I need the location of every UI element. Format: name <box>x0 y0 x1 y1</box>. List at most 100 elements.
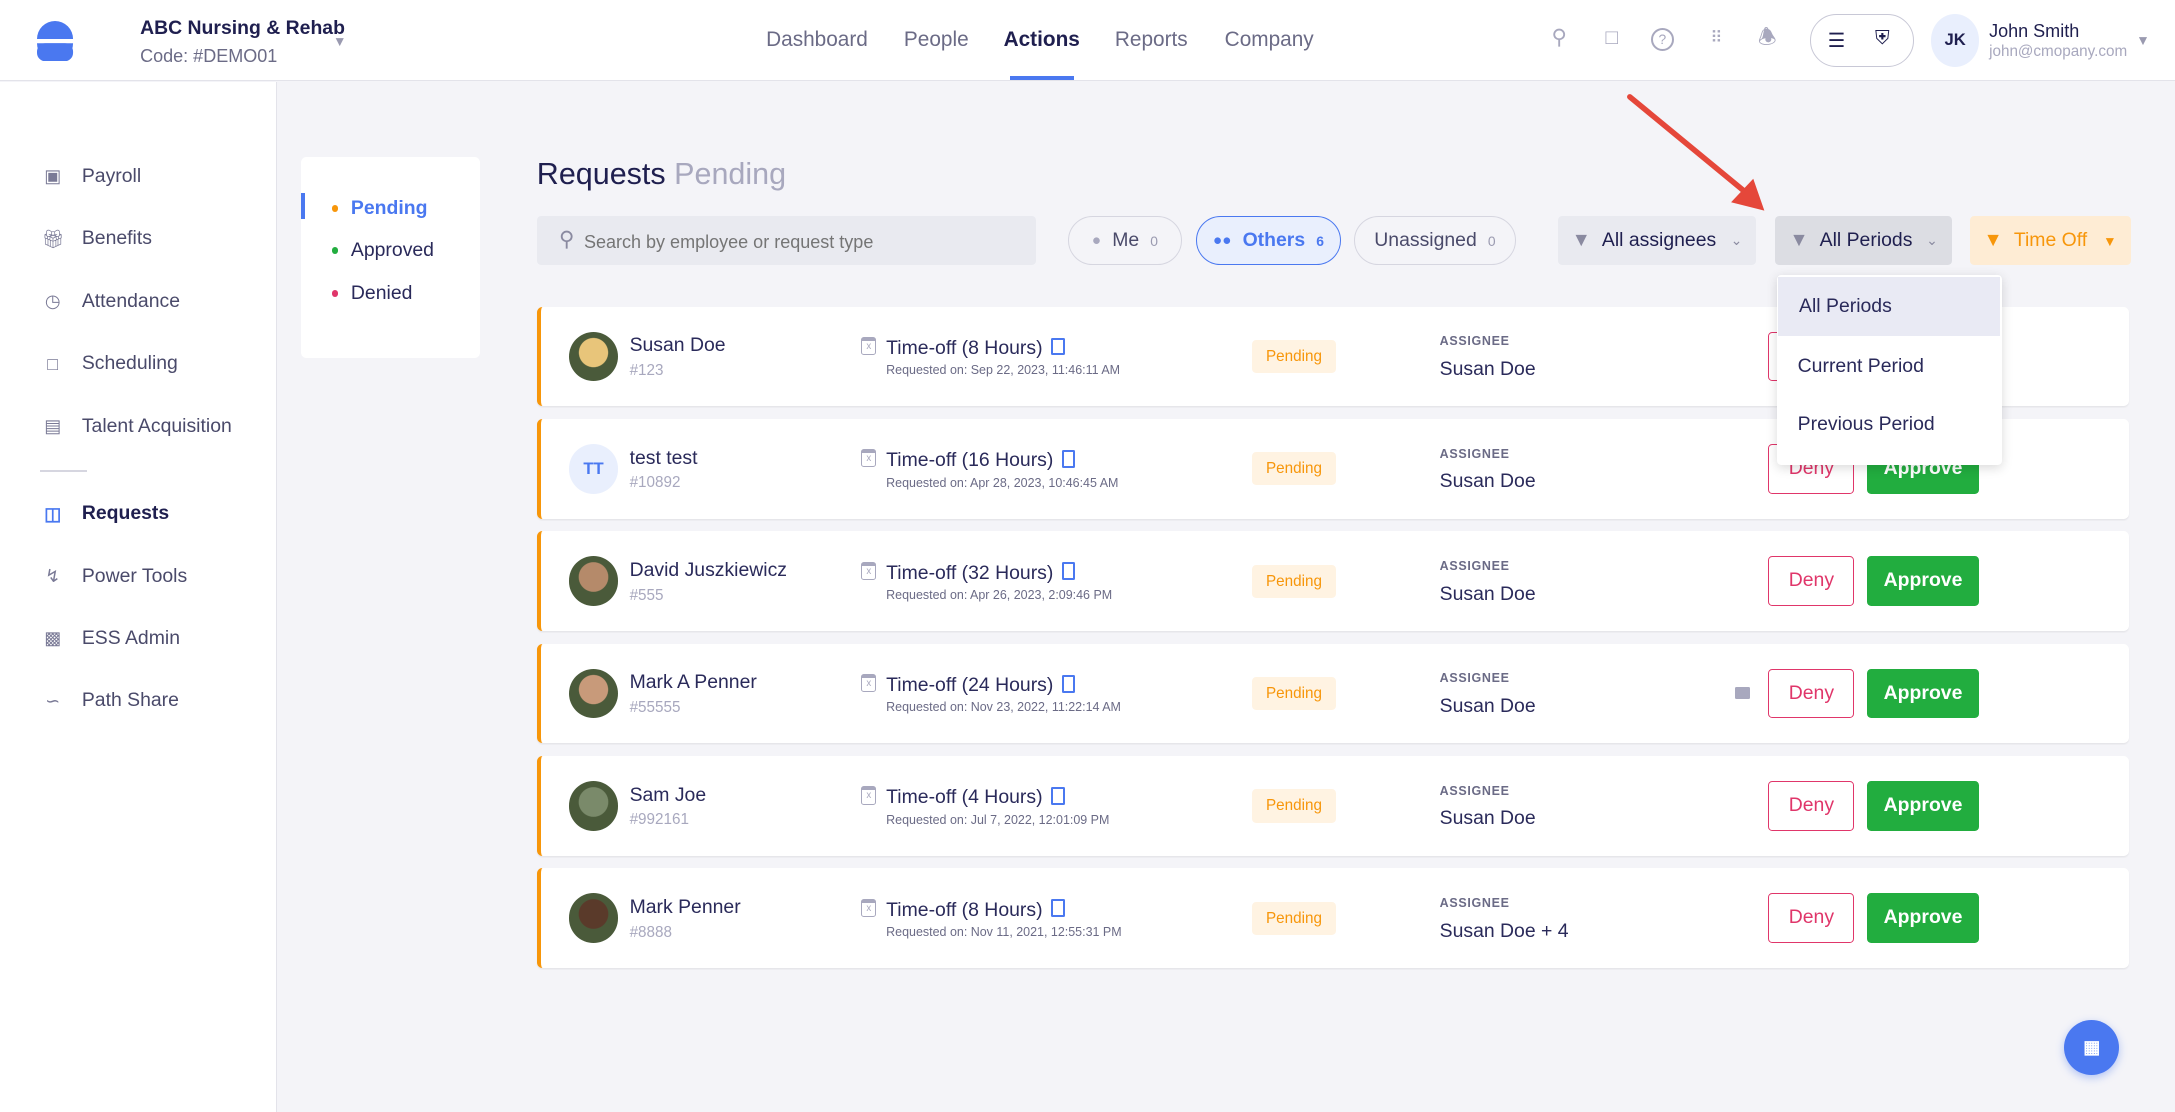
sidebar-item-requests[interactable]: ◫ Requests <box>42 502 169 525</box>
request-type-text: Time-off (4 Hours) <box>886 786 1043 809</box>
option-all-periods[interactable]: All Periods <box>1778 277 2001 336</box>
employee-name[interactable]: Mark A Penner <box>630 671 757 694</box>
search-box[interactable]: ⚲ <box>536 216 1037 268</box>
apps-grid-icon[interactable]: ⠿ <box>1703 26 1728 51</box>
deny-button[interactable]: Deny <box>1768 556 1855 607</box>
avatar[interactable]: JK <box>1930 13 1980 67</box>
search-input[interactable] <box>581 216 1031 268</box>
status-denied[interactable]: Denied <box>331 282 412 305</box>
clipboard-icon[interactable] <box>1061 674 1076 693</box>
clipboard-icon[interactable] <box>1050 787 1065 805</box>
request-row[interactable]: David Juszkiewicz #555 x Time-off (32 Ho… <box>536 531 2130 632</box>
request-type: Time-off (8 Hours) <box>886 899 1065 922</box>
type-filter[interactable]: ▼ Time Off ▼ <box>1969 216 2131 265</box>
employee-id: #10892 <box>629 474 681 492</box>
tab-unassigned[interactable]: Unassigned 0 <box>1353 216 1517 265</box>
approve-button[interactable]: Approve <box>1866 556 1980 607</box>
calendar-icon[interactable]: □ <box>1599 26 1624 51</box>
approve-button[interactable]: Approve <box>1866 780 1980 831</box>
employee-name[interactable]: Sam Joe <box>630 784 707 807</box>
shield-icon[interactable]: ⛨ <box>1875 27 1890 50</box>
sidebar-item-path-share[interactable]: ∽ Path Share <box>42 689 179 712</box>
sidebar-item-ess-admin[interactable]: ▩ ESS Admin <box>42 627 180 650</box>
sliders-icon[interactable]: ☰ <box>1828 29 1845 53</box>
status-label: Approved <box>350 238 434 261</box>
employee-photo <box>568 556 619 607</box>
deny-button[interactable]: Deny <box>1768 668 1855 719</box>
request-row[interactable]: Mark A Penner #55555 x Time-off (24 Hour… <box>536 643 2130 744</box>
request-row[interactable]: Mark Penner #8888 x Time-off (8 Hours) R… <box>536 868 2130 969</box>
bell-icon[interactable]: 🕭 <box>1755 26 1780 51</box>
request-type: Time-off (8 Hours) <box>886 337 1065 360</box>
help-icon[interactable]: ? <box>1650 27 1675 52</box>
company-chevron-icon[interactable]: ▼ <box>333 33 347 49</box>
active-indicator <box>301 192 306 220</box>
company-name[interactable]: ABC Nursing & Rehab <box>140 17 345 40</box>
filter-icon: ▼ <box>1789 229 1809 252</box>
employee-name[interactable]: David Juszkiewicz <box>630 559 787 582</box>
nav-dashboard[interactable]: Dashboard <box>766 28 868 52</box>
employee-photo <box>568 780 619 831</box>
people-icon: ●● <box>1213 232 1232 250</box>
assignees-filter[interactable]: ▼ All assignees ⌄ <box>1557 216 1757 265</box>
sidebar-divider <box>40 470 88 472</box>
sidebar-item-talent-acquisition[interactable]: ▤ Talent Acquisition <box>42 415 232 438</box>
status-approved[interactable]: Approved <box>331 238 434 262</box>
tab-others[interactable]: ●● Others 6 <box>1195 216 1342 265</box>
sidebar-item-label: Attendance <box>81 289 181 312</box>
option-previous-period[interactable]: Previous Period <box>1777 395 1999 453</box>
calendar-x-icon: x <box>861 561 877 580</box>
status-filter-card: Pending Approved Denied <box>301 156 480 358</box>
request-type-text: Time-off (32 Hours) <box>886 561 1054 584</box>
calendar-x-icon: x <box>861 449 877 468</box>
assignee-label: ASSIGNEE <box>1439 783 1510 798</box>
employee-name[interactable]: test test <box>630 447 698 470</box>
tab-me[interactable]: ● Me 0 <box>1068 216 1182 265</box>
comment-icon[interactable] <box>1735 686 1751 700</box>
clipboard-icon[interactable] <box>1050 337 1065 356</box>
search-icon[interactable]: ⚲ <box>1547 26 1572 51</box>
request-type: Time-off (4 Hours) <box>886 786 1065 809</box>
clipboard-icon[interactable] <box>1050 899 1065 918</box>
sidebar-item-scheduling[interactable]: □ Scheduling <box>42 352 178 375</box>
deny-button[interactable]: Deny <box>1768 780 1855 831</box>
user-name[interactable]: John Smith <box>1989 21 2079 42</box>
employee-initials-avatar: TT <box>568 443 619 494</box>
dot-icon <box>331 289 339 297</box>
sidebar-item-benefits[interactable]: 🎁︎ Benefits <box>42 227 152 250</box>
status-label: Pending <box>350 196 428 219</box>
user-chevron-icon[interactable]: ▼ <box>2136 32 2150 48</box>
employee-name[interactable]: Mark Penner <box>630 896 741 919</box>
sidebar-item-payroll[interactable]: ▣ Payroll <box>42 165 142 188</box>
employee-photo <box>568 893 619 944</box>
payroll-icon: ▣ <box>44 166 62 187</box>
approve-button[interactable]: Approve <box>1866 893 1980 944</box>
request-row[interactable]: Sam Joe #992161 x Time-off (4 Hours) Req… <box>536 755 2130 856</box>
sidebar-item-attendance[interactable]: ◷ Attendance <box>42 290 180 313</box>
employee-name[interactable]: Susan Doe <box>630 334 726 357</box>
clock-icon: ◷ <box>44 291 61 312</box>
clipboard-icon[interactable] <box>1061 449 1076 468</box>
excel-export-button[interactable]: ▦ <box>2064 1019 2120 1075</box>
option-current-period[interactable]: Current Period <box>1777 337 1999 395</box>
approve-button[interactable]: Approve <box>1866 668 1980 719</box>
tab-label: Unassigned <box>1374 229 1477 252</box>
status-pending[interactable]: Pending <box>331 196 428 220</box>
sidebar-item-label: Payroll <box>81 165 142 188</box>
requests-icon: ◫ <box>44 503 62 524</box>
annotation-arrow <box>1627 94 1765 211</box>
clipboard-icon[interactable] <box>1061 562 1076 581</box>
status-badge: Pending <box>1252 452 1336 486</box>
deny-button[interactable]: Deny <box>1768 893 1855 944</box>
user-email: john@cmopany.com <box>1989 43 2128 60</box>
dot-icon <box>331 246 339 254</box>
chevron-down-icon: ⌄ <box>1730 232 1743 249</box>
periods-filter[interactable]: ▼ All Periods ⌄ <box>1775 216 1952 265</box>
app-logo[interactable] <box>37 20 74 62</box>
employee-id: #123 <box>629 362 664 380</box>
nav-actions[interactable]: Actions <box>1004 28 1080 52</box>
nav-people[interactable]: People <box>904 28 969 52</box>
nav-company[interactable]: Company <box>1225 28 1314 52</box>
sidebar-item-power-tools[interactable]: ↯ Power Tools <box>42 565 187 588</box>
nav-reports[interactable]: Reports <box>1115 28 1188 52</box>
